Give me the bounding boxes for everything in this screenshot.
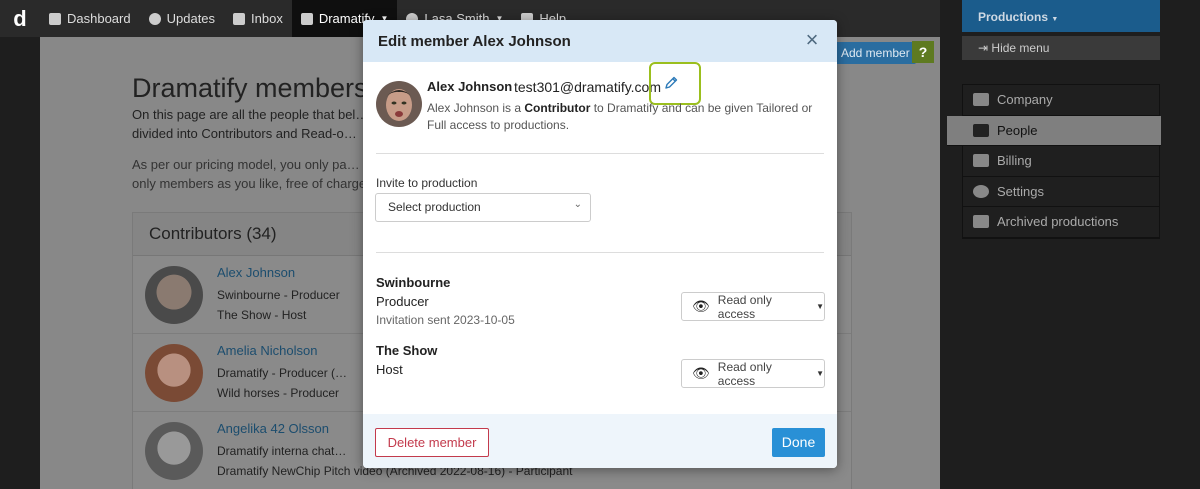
sidebar-item-archived[interactable]: Archived productions bbox=[963, 207, 1159, 238]
page-title: Dramatify members bbox=[132, 73, 368, 103]
eye-icon: 👁 bbox=[692, 298, 710, 314]
production-select[interactable]: Select production ⌄ bbox=[375, 193, 591, 222]
delete-member-button[interactable]: Delete member bbox=[375, 428, 489, 457]
sidebar-item-settings[interactable]: Settings bbox=[963, 176, 1159, 207]
desc-prefix: Alex Johnson is a bbox=[427, 101, 525, 115]
pencil-icon[interactable] bbox=[663, 75, 681, 93]
chevron-down-icon: ⌄ bbox=[573, 199, 582, 210]
productions-label: Productions bbox=[978, 10, 1049, 24]
production-name: The Show bbox=[376, 343, 438, 358]
eye-icon: 👁 bbox=[692, 365, 710, 381]
access-dropdown[interactable]: 👁 Read only access ▼ bbox=[681, 292, 825, 321]
close-icon[interactable]: × bbox=[799, 27, 825, 53]
collapse-icon: ⇥ bbox=[978, 41, 989, 55]
hide-menu-label: Hide menu bbox=[991, 41, 1050, 55]
desc-role: Contributor bbox=[524, 101, 591, 115]
avatar bbox=[145, 344, 203, 402]
add-member-button[interactable]: Add member bbox=[835, 42, 916, 64]
gear-icon bbox=[973, 184, 989, 198]
briefcase-icon bbox=[973, 93, 989, 107]
briefcase-icon bbox=[300, 12, 313, 25]
caret-down-icon: ▼ bbox=[816, 369, 824, 378]
chevron-down-icon: ▼ bbox=[1051, 16, 1059, 23]
sidebar-item-label: Archived productions bbox=[997, 214, 1119, 230]
caret-down-icon: ▼ bbox=[816, 302, 824, 311]
nav-updates[interactable]: Updates bbox=[140, 0, 224, 37]
hide-menu-button[interactable]: ⇥ Hide menu bbox=[962, 36, 1160, 60]
nav-dashboard[interactable]: Dashboard bbox=[40, 0, 140, 37]
edit-member-modal: Edit member Alex Johnson × Alex Johnson … bbox=[363, 20, 837, 468]
pencil-icon-svg bbox=[665, 76, 678, 89]
avatar bbox=[376, 81, 422, 127]
member-description: Alex Johnson is a Contributor to Dramati… bbox=[427, 100, 817, 134]
modal-footer: Delete member Done bbox=[363, 414, 837, 468]
nav-dashboard-label: Dashboard bbox=[67, 11, 131, 26]
sidebar-item-label: Company bbox=[997, 92, 1053, 108]
billing-icon bbox=[973, 154, 989, 168]
done-button[interactable]: Done bbox=[772, 428, 825, 457]
modal-header: Edit member Alex Johnson × bbox=[363, 20, 837, 62]
member-name: Alex Johnson bbox=[427, 79, 513, 94]
globe-icon bbox=[148, 12, 161, 25]
access-label: Read only access bbox=[717, 292, 772, 321]
people-icon bbox=[973, 123, 989, 137]
access-label: Read only access bbox=[717, 359, 772, 388]
avatar-image bbox=[376, 81, 422, 127]
nav-inbox-label: Inbox bbox=[251, 11, 283, 26]
divider bbox=[376, 252, 824, 253]
sidebar-item-billing[interactable]: Billing bbox=[963, 146, 1159, 177]
member-email: test301@dramatify.com bbox=[514, 79, 662, 95]
invite-label: Invite to production bbox=[376, 176, 478, 190]
page-intro: On this page are all the people that bel… bbox=[132, 107, 369, 141]
member-line: Swinbourne - Producer bbox=[217, 288, 340, 302]
inbox-icon bbox=[233, 12, 246, 25]
modal-title: Edit member Alex Johnson bbox=[378, 32, 571, 50]
pricing-text: As per our pricing model, you only pa… o… bbox=[132, 157, 367, 191]
sidebar-item-label: Settings bbox=[997, 183, 1044, 199]
access-dropdown[interactable]: 👁 Read only access ▼ bbox=[681, 359, 825, 388]
help-button[interactable]: ? bbox=[912, 41, 934, 63]
nav-updates-label: Updates bbox=[166, 11, 216, 26]
dashboard-icon bbox=[49, 12, 61, 25]
invitation-status: Invitation sent 2023-10-05 bbox=[376, 313, 515, 327]
sidebar-item-people[interactable]: People bbox=[947, 115, 1161, 146]
member-line: Wild horses - Producer bbox=[217, 386, 340, 400]
member-line: Dramatify interna chat… bbox=[217, 444, 347, 458]
select-value: Select production bbox=[388, 200, 481, 214]
app-logo[interactable]: d bbox=[0, 0, 40, 37]
avatar bbox=[145, 266, 203, 324]
member-name[interactable]: Alex Johnson bbox=[217, 265, 295, 280]
sidebar-item-label: People bbox=[997, 122, 1038, 138]
member-name[interactable]: Amelia Nicholson bbox=[217, 343, 317, 358]
production-role: Host bbox=[376, 362, 403, 377]
nav-inbox[interactable]: Inbox bbox=[224, 0, 292, 37]
member-line: The Show - Host bbox=[217, 308, 307, 322]
sidebar-menu: Company People Billing Settings Archived… bbox=[947, 84, 1161, 239]
production-name: Swinbourne bbox=[376, 275, 451, 290]
sidebar-item-company[interactable]: Company bbox=[963, 85, 1159, 116]
production-role: Producer bbox=[376, 294, 429, 309]
avatar bbox=[145, 422, 203, 480]
divider bbox=[376, 153, 824, 154]
sidebar-item-label: Billing bbox=[997, 153, 1032, 169]
member-line: Dramatify - Producer (… bbox=[217, 366, 348, 380]
productions-dropdown[interactable]: Productions ▼ bbox=[962, 0, 1160, 32]
member-name[interactable]: Angelika 42 Olsson bbox=[217, 421, 329, 436]
archive-icon bbox=[973, 215, 989, 229]
